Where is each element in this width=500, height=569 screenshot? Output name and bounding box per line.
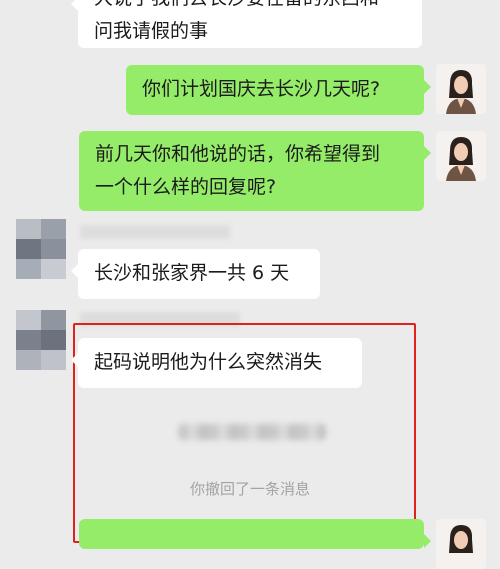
avatar[interactable] — [436, 64, 486, 114]
timestamp-redacted — [178, 424, 326, 440]
message-text-line: 前几天你和他说的话，你希望得到 — [95, 143, 381, 165]
avatar[interactable] — [436, 519, 486, 569]
woman-portrait-avatar-icon — [436, 519, 486, 569]
sender-name-redacted — [80, 225, 230, 239]
message-bubble-incoming[interactable]: 大说了我们去长沙要在留的东西和 问我请假的事 — [71, 0, 422, 48]
message-text: 起码说明他为什么突然消失 — [94, 351, 323, 373]
avatar[interactable] — [436, 131, 486, 181]
woman-portrait-avatar-icon — [436, 64, 486, 114]
message-bubble-outgoing[interactable]: 你们计划国庆去长沙几天呢? — [126, 65, 431, 115]
pixelated-avatar-icon[interactable] — [16, 310, 66, 370]
recall-notice: 你撤回了一条消息 — [189, 480, 310, 498]
message-text-line: 一个什么样的回复呢? — [95, 176, 277, 198]
message-text: 你们计划国庆去长沙几天呢? — [142, 78, 381, 100]
message-bubble-outgoing[interactable] — [79, 519, 431, 549]
woman-portrait-avatar-icon — [436, 131, 486, 181]
message-bubble-incoming[interactable]: 长沙和张家界一共 6 天 — [71, 249, 320, 299]
pixelated-avatar-icon[interactable] — [16, 219, 66, 279]
chat-screen: { "messages": [ {"text_line1": "大说了我们去长沙… — [0, 0, 500, 569]
message-bubble-outgoing[interactable]: 前几天你和他说的话，你希望得到 一个什么样的回复呢? — [79, 131, 431, 211]
message-text: 长沙和张家界一共 6 天 — [94, 262, 290, 284]
message-text-line: 问我请假的事 — [94, 20, 209, 42]
message-text-line: 大说了我们去长沙要在留的东西和 — [94, 0, 406, 15]
message-bubble-incoming[interactable]: 起码说明他为什么突然消失 — [71, 338, 362, 388]
